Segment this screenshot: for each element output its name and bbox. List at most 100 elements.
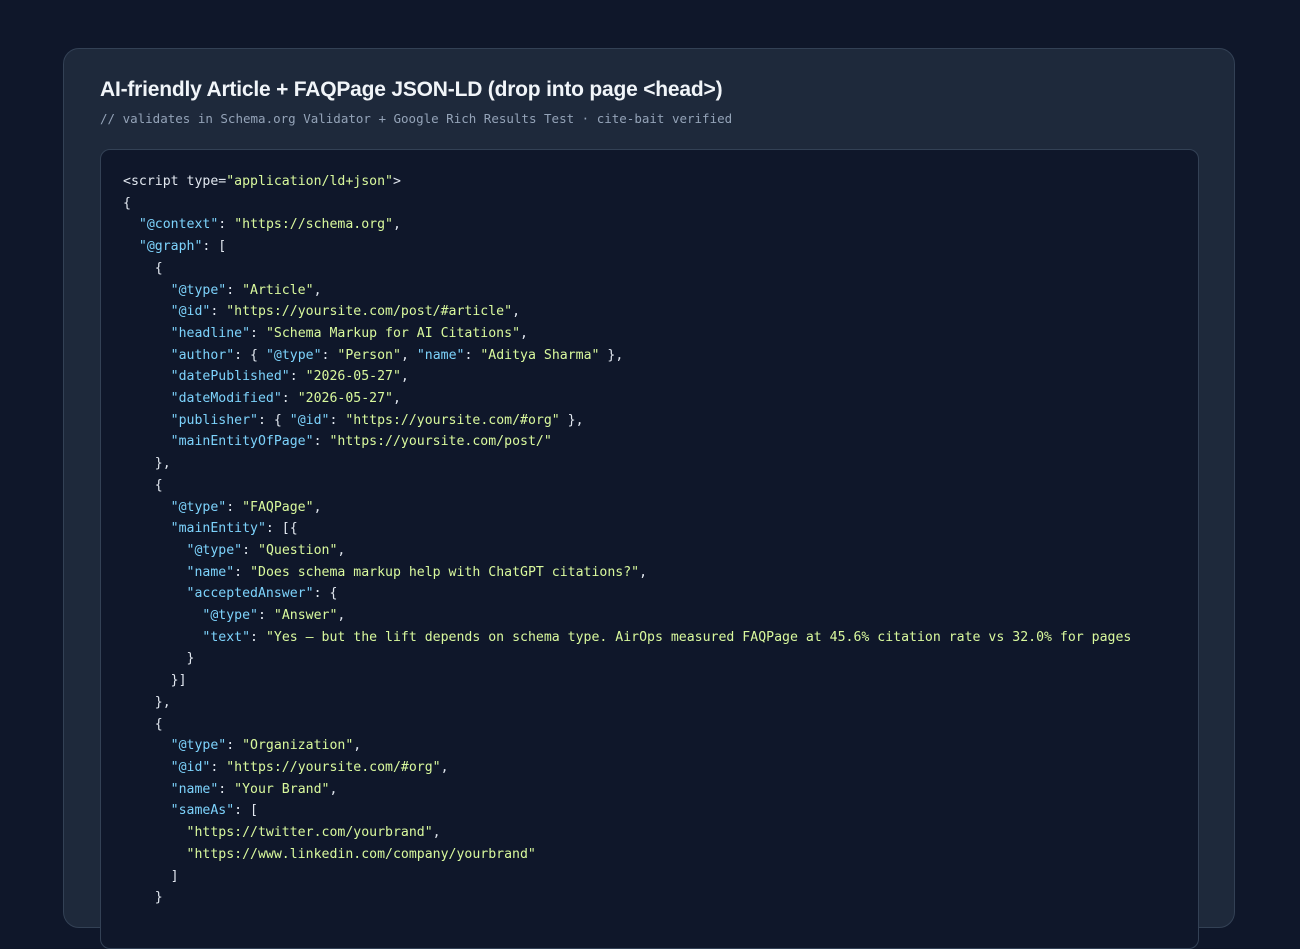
code-line: "@id": "https://yoursite.com/post/#artic…: [123, 304, 520, 319]
code-token: ,: [400, 369, 409, 385]
code-token: : [{: [265, 521, 298, 537]
code-token: "https://yoursite.com/post/#article": [226, 304, 513, 320]
code-line: "@id": "https://yoursite.com/#org",: [123, 760, 449, 775]
code-token: : [: [202, 239, 227, 255]
code-token: ,: [400, 347, 417, 363]
code-token: :: [281, 391, 298, 407]
code-token: "Person": [337, 347, 401, 363]
code-token: "https://twitter.com/yourbrand": [186, 825, 433, 841]
code-token: :: [210, 759, 227, 775]
code-line: {: [123, 261, 163, 276]
code-token: : {: [234, 347, 266, 363]
code-token: "Your Brand": [234, 781, 330, 797]
code-token: :: [464, 347, 481, 363]
code-token: }: [123, 651, 195, 667]
code-line: "@graph": [: [123, 239, 226, 254]
code-token: "datePublished": [170, 369, 290, 385]
code-token: "https://yoursite.com/post/": [329, 434, 552, 450]
code-token: "name": [170, 781, 219, 797]
code-token: ,: [512, 304, 521, 320]
code-token: ,: [353, 738, 362, 754]
code-token: : [: [234, 803, 258, 819]
code-token: ,: [432, 825, 441, 841]
code-line: "@context": "https://schema.org",: [123, 217, 401, 232]
code-token: },: [599, 347, 624, 363]
code-token: "text": [202, 629, 251, 645]
code-token: "@id": [289, 412, 330, 428]
code-token: "Aditya Sharma": [480, 347, 600, 363]
code-token: "name": [186, 564, 235, 580]
code-token: : {: [313, 586, 338, 602]
code-line: "@type": "Organization",: [123, 738, 362, 754]
code-token: ]: [123, 868, 179, 884]
code-token: "author": [170, 347, 235, 363]
code-token: "2026-05-27": [305, 369, 401, 385]
code-block[interactable]: <script type="application/ld+json"> { "@…: [100, 149, 1199, 949]
code-token: {: [123, 195, 131, 211]
code-token: "https://yoursite.com/#org": [226, 759, 441, 775]
code-token: "sameAs": [170, 803, 235, 819]
code-token: "@graph": [138, 239, 203, 255]
code-line: "dateModified": "2026-05-27",: [123, 391, 401, 406]
code-line: "datePublished": "2026-05-27",: [123, 369, 409, 384]
code-line: "text": "Yes — but the lift depends on s…: [123, 630, 1131, 645]
code-token: "https://yoursite.com/#org": [345, 412, 560, 428]
code-token: "@type": [170, 499, 227, 515]
code-token: :: [250, 629, 266, 645]
code-line: "name": "Your Brand",: [123, 781, 338, 797]
code-token: ,: [520, 325, 528, 341]
code-token: :: [226, 499, 243, 515]
code-line: "name": "Does schema markup help with Ch…: [123, 564, 648, 580]
code-line: },: [123, 695, 171, 710]
code-token: },: [559, 412, 584, 428]
code-line: "publisher": { "@id": "https://yoursite.…: [123, 413, 584, 428]
code-token: "@type": [170, 282, 227, 298]
code-line: "mainEntityOfPage": "https://yoursite.co…: [123, 434, 552, 449]
json-ld-code[interactable]: <script type="application/ld+json"> { "@…: [101, 150, 1198, 909]
code-token: :: [210, 304, 227, 320]
code-token: "mainEntity": [170, 521, 266, 537]
code-line: "@type": "Article",: [123, 283, 322, 298]
code-line: <script type="application/ld+json">: [123, 174, 401, 189]
code-line: "mainEntity": [{: [123, 521, 298, 536]
code-token: ,: [440, 759, 449, 775]
code-token: }]: [123, 673, 187, 689]
code-token: "publisher": [170, 412, 258, 428]
code-token: {: [123, 477, 163, 493]
code-token: :: [313, 434, 330, 450]
code-line: "sameAs": [: [123, 803, 258, 818]
code-token: {: [123, 716, 163, 732]
code-line: "headline": "Schema Markup for AI Citati…: [123, 326, 528, 341]
code-line: },: [123, 456, 171, 471]
code-token: :: [257, 608, 274, 624]
code-token: "@id": [170, 759, 211, 775]
code-line: ]: [123, 869, 179, 884]
code-token: :: [321, 347, 338, 363]
code-token: type=: [186, 174, 227, 189]
code-token: :: [226, 282, 243, 298]
code-token: ,: [392, 217, 401, 233]
code-token: "https://www.linkedin.com/company/yourbr…: [186, 846, 536, 862]
code-line: "https://twitter.com/yourbrand",: [123, 825, 441, 840]
code-line: "author": { "@type": "Person", "name": "…: [123, 347, 624, 363]
code-token: :: [242, 542, 258, 558]
code-token: "Organization": [242, 738, 354, 754]
code-token: "dateModified": [170, 391, 282, 407]
code-token: "@type": [265, 347, 322, 363]
